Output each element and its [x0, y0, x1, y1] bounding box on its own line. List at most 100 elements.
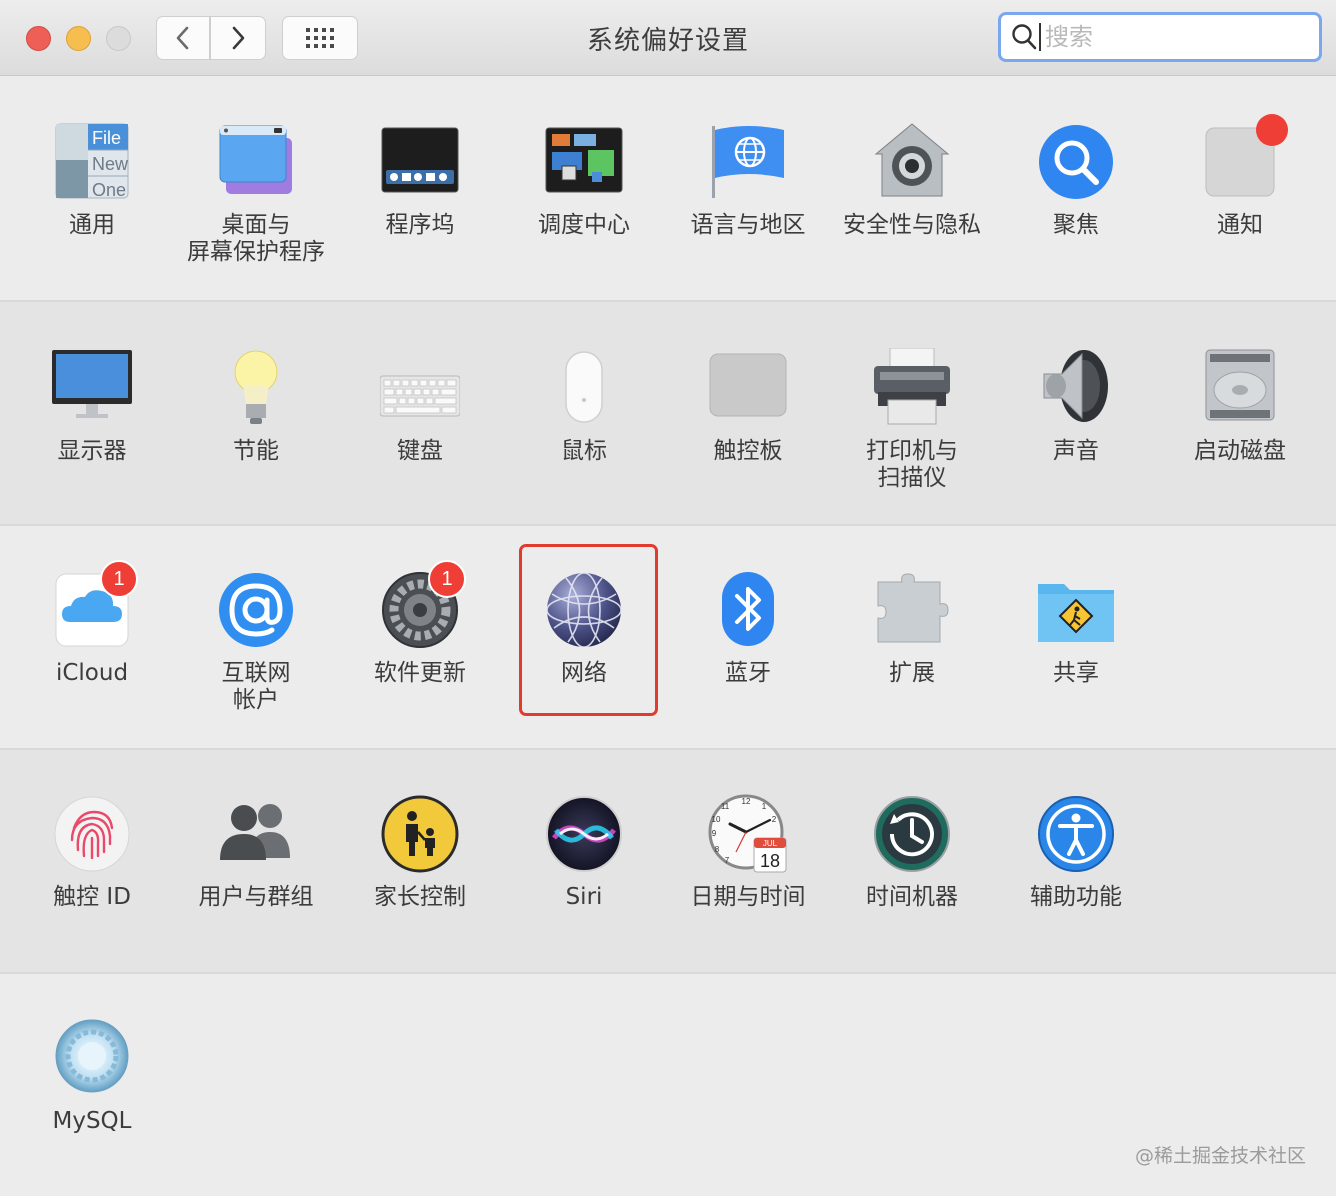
- accessibility-icon: [1036, 794, 1116, 874]
- system-preferences-window: 系统偏好设置 File New: [0, 0, 1336, 1196]
- pane-label: 调度中心: [538, 212, 630, 238]
- calendar-day-text: 18: [760, 851, 780, 871]
- pane-internet-accounts[interactable]: 互联网 帐户: [174, 570, 338, 714]
- pane-mysql[interactable]: MySQL: [10, 1018, 174, 1135]
- fingerprint-icon: [52, 794, 132, 874]
- bluetooth-icon: [708, 570, 788, 650]
- pane-siri[interactable]: Siri: [502, 794, 666, 911]
- users-icon: [216, 794, 296, 874]
- zoom-button[interactable]: [106, 26, 131, 51]
- pane-label: 安全性与隐私: [843, 212, 981, 238]
- parental-controls-icon: [380, 794, 460, 874]
- pane-language-region[interactable]: 语言与地区: [666, 122, 830, 239]
- pane-label: 日期与时间: [690, 884, 806, 910]
- pane-sharing[interactable]: 共享: [994, 570, 1158, 687]
- pane-bluetooth[interactable]: 蓝牙: [666, 570, 830, 687]
- mouse-icon: [544, 348, 624, 428]
- svg-text:8: 8: [715, 845, 720, 854]
- pane-label: 显示器: [57, 438, 127, 464]
- general-icon-one: One: [92, 180, 126, 200]
- sharing-folder-icon: [1036, 570, 1116, 650]
- search-icon: [1012, 24, 1037, 50]
- pane-label: 时间机器: [866, 884, 958, 910]
- pane-notifications[interactable]: 通知: [1158, 114, 1322, 239]
- pane-label: 用户与群组: [198, 884, 314, 910]
- pane-label: 家长控制: [374, 884, 466, 910]
- pane-label: 打印机与 扫描仪: [866, 438, 958, 491]
- pane-keyboard[interactable]: 键盘: [338, 348, 502, 465]
- pane-label: 键盘: [397, 438, 443, 464]
- pane-label: 共享: [1053, 660, 1099, 686]
- pane-label: Siri: [565, 884, 603, 910]
- svg-text:1: 1: [762, 802, 767, 811]
- pane-trackpad[interactable]: 触控板: [666, 348, 830, 465]
- pane-label: 扩展: [889, 660, 935, 686]
- pane-extensions[interactable]: 扩展: [830, 570, 994, 687]
- forward-button[interactable]: [210, 16, 266, 60]
- pane-software-update[interactable]: 1 软件更新: [338, 560, 502, 687]
- section-hardware: 显示器 节能 键盘 鼠标 触控板 打印机与 扫描仪 声音 启动磁盘: [0, 302, 1336, 526]
- pane-label: 语言与地区: [690, 212, 806, 238]
- pane-label: 触控板: [713, 438, 783, 464]
- icloud-badge: 1: [100, 560, 138, 598]
- notifications-icon: [1200, 114, 1288, 202]
- pane-label: 声音: [1053, 438, 1099, 464]
- close-button[interactable]: [26, 26, 51, 51]
- svg-text:11: 11: [721, 802, 730, 811]
- pane-label: 程序坞: [385, 212, 455, 238]
- pane-users-groups[interactable]: 用户与群组: [174, 794, 338, 911]
- pane-general[interactable]: File New One 通用: [10, 122, 174, 239]
- svg-text:7: 7: [725, 856, 730, 865]
- pane-energy-saver[interactable]: 节能: [174, 348, 338, 465]
- watermark-text: @稀土掘金技术社区: [1134, 1145, 1306, 1167]
- window-title: 系统偏好设置: [586, 26, 749, 56]
- icloud-icon: 1: [52, 560, 138, 650]
- pane-mouse[interactable]: 鼠标: [502, 348, 666, 465]
- pane-touch-id[interactable]: 触控 ID: [10, 794, 174, 911]
- pane-startup-disk[interactable]: 启动磁盘: [1158, 348, 1322, 465]
- pane-spotlight[interactable]: 聚焦: [994, 122, 1158, 239]
- pane-mission-control[interactable]: 调度中心: [502, 122, 666, 239]
- minimize-button[interactable]: [66, 26, 91, 51]
- pane-sound[interactable]: 声音: [994, 348, 1158, 465]
- pane-label: 启动磁盘: [1194, 438, 1286, 464]
- gear-icon: 1: [380, 560, 466, 650]
- pane-printers-scanners[interactable]: 打印机与 扫描仪: [830, 348, 994, 492]
- back-button[interactable]: [156, 16, 210, 60]
- pane-security-privacy[interactable]: 安全性与隐私: [830, 122, 994, 239]
- calendar-month-text: JUL: [763, 839, 778, 848]
- pane-date-time[interactable]: 12 1 2 10 11 9 87 JUL 18 日期与时间: [666, 794, 830, 911]
- chevron-left-icon: [176, 26, 189, 50]
- network-highlight-box: [519, 544, 658, 716]
- clock-calendar-icon: 12 1 2 10 11 9 87 JUL 18: [708, 794, 788, 874]
- hard-disk-icon: [1200, 348, 1280, 428]
- siri-icon: [544, 794, 624, 874]
- keyboard-icon: [380, 348, 460, 428]
- mission-control-icon: [544, 122, 624, 202]
- time-machine-icon: [872, 794, 952, 874]
- search-input[interactable]: [1043, 22, 1307, 52]
- section-other: MySQL @稀土掘金技术社区: [0, 974, 1336, 1196]
- spotlight-icon: [1036, 122, 1116, 202]
- search-field[interactable]: [998, 12, 1322, 62]
- pane-icloud[interactable]: 1 iCloud: [10, 560, 174, 687]
- chevron-right-icon: [232, 26, 245, 50]
- pane-displays[interactable]: 显示器: [10, 348, 174, 465]
- general-icon-file: File: [92, 128, 121, 148]
- pane-accessibility[interactable]: 辅助功能: [994, 794, 1158, 911]
- show-all-button[interactable]: [282, 16, 358, 60]
- pane-parental-controls[interactable]: 家长控制: [338, 794, 502, 911]
- house-lock-icon: [872, 122, 952, 202]
- software-update-badge: 1: [428, 560, 466, 598]
- printer-icon: [872, 348, 952, 428]
- notification-dot-badge: [1256, 114, 1288, 146]
- pane-label: MySQL: [52, 1108, 132, 1134]
- pane-dock[interactable]: 程序坞: [338, 122, 502, 239]
- pane-desktop-screensaver[interactable]: 桌面与 屏幕保护程序: [174, 122, 338, 266]
- svg-text:10: 10: [712, 815, 721, 824]
- pane-label: 触控 ID: [53, 884, 131, 910]
- pane-time-machine[interactable]: 时间机器: [830, 794, 994, 911]
- svg-text:9: 9: [712, 829, 717, 838]
- pane-label: 互联网 帐户: [221, 660, 291, 713]
- grid-icon: [306, 28, 334, 48]
